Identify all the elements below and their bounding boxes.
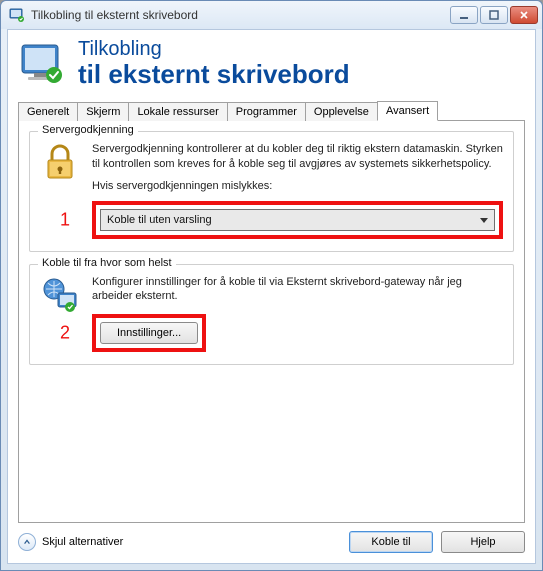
tab-generelt[interactable]: Generelt [18, 102, 78, 121]
gateway-description: Konfigurer innstillinger for å koble til… [92, 275, 503, 304]
header-title: til eksternt skrivebord [78, 61, 350, 88]
header-subtitle: Tilkobling [78, 38, 350, 61]
titlebar[interactable]: Tilkobling til eksternt skrivebord [1, 1, 542, 29]
help-button-label: Hjelp [470, 536, 495, 548]
server-auth-sublabel: Hvis servergodkjenningen mislykkes: [92, 179, 503, 193]
tab-opplevelse[interactable]: Opplevelse [305, 102, 378, 121]
minimize-button[interactable] [450, 6, 478, 24]
gateway-icon [40, 275, 80, 315]
titlebar-buttons [450, 6, 538, 24]
chevron-down-icon [480, 218, 488, 223]
tab-skjerm[interactable]: Skjerm [77, 102, 129, 121]
fieldset-koble-fra-hvor-som-helst: Koble til fra hvor som helst Konfigurer … [29, 264, 514, 365]
close-icon [519, 10, 529, 20]
tabstrip: Generelt Skjerm Lokale ressurser Program… [18, 100, 525, 121]
tabpanel-avansert: Servergodkjenning Servergodkjenning kont… [18, 121, 525, 523]
maximize-button[interactable] [480, 6, 508, 24]
legend-servergodkjenning: Servergodkjenning [38, 124, 138, 136]
rdp-icon-large [18, 39, 66, 87]
connect-button[interactable]: Koble til [349, 531, 433, 553]
window: Tilkobling til eksternt skrivebord [0, 0, 543, 571]
chevron-up-icon [18, 533, 36, 551]
lock-icon [40, 142, 80, 182]
tab-avansert[interactable]: Avansert [377, 101, 438, 121]
window-title: Tilkobling til eksternt skrivebord [31, 8, 450, 22]
minimize-icon [459, 10, 469, 20]
maximize-icon [489, 10, 499, 20]
tab-programmer[interactable]: Programmer [227, 102, 306, 121]
settings-button-label: Innstillinger... [117, 327, 181, 339]
highlight-1: 1 Koble til uten varsling [92, 201, 503, 239]
marker-1: 1 [60, 210, 70, 231]
fieldset-servergodkjenning: Servergodkjenning Servergodkjenning kont… [29, 131, 514, 252]
settings-button[interactable]: Innstillinger... [100, 322, 198, 344]
highlight-2: 2 Innstillinger... [92, 314, 206, 352]
auth-fail-dropdown[interactable]: Koble til uten varsling [100, 209, 495, 231]
dropdown-value: Koble til uten varsling [107, 214, 212, 226]
header: Tilkobling til eksternt skrivebord [18, 38, 525, 88]
footer: Skjul alternativer Koble til Hjelp [18, 523, 525, 553]
rdp-icon-small [9, 7, 25, 23]
tab-lokale-ressurser[interactable]: Lokale ressurser [128, 102, 227, 121]
content: Tilkobling til eksternt skrivebord Gener… [7, 29, 536, 564]
connect-button-label: Koble til [371, 536, 410, 548]
legend-gateway: Koble til fra hvor som helst [38, 257, 176, 269]
close-button[interactable] [510, 6, 538, 24]
hide-options-label: Skjul alternativer [42, 536, 123, 548]
server-auth-description: Servergodkjenning kontrollerer at du kob… [92, 142, 503, 171]
marker-2: 2 [60, 322, 70, 343]
help-button[interactable]: Hjelp [441, 531, 525, 553]
hide-options-toggle[interactable]: Skjul alternativer [18, 533, 123, 551]
